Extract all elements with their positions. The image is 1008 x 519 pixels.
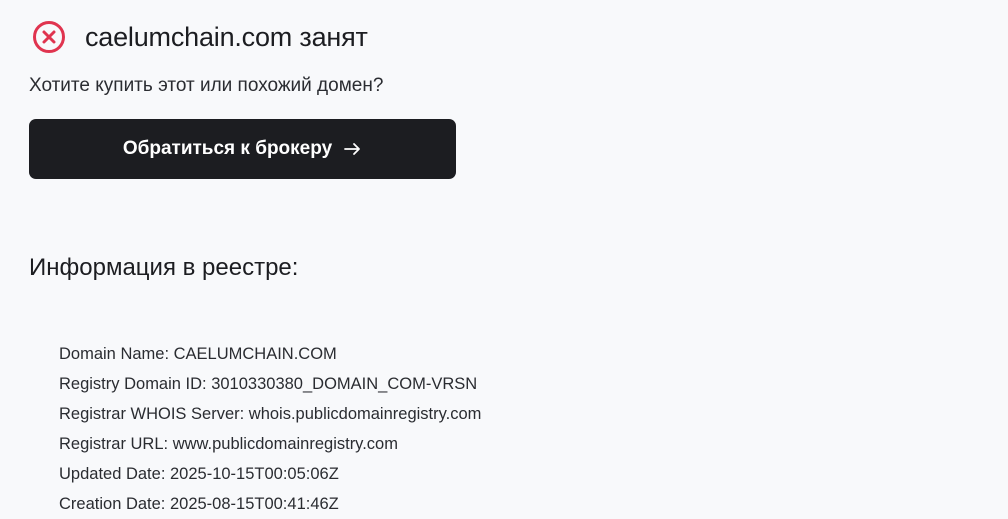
whois-line: Registry Domain ID: 3010330380_DOMAIN_CO… [59,375,478,393]
domain-state: занят [299,21,368,52]
purchase-question: Хотите купить этот или похожий домен? [29,75,384,96]
whois-line: Registrar URL: www.publicdomainregistry.… [59,435,398,453]
whois-line: Registrar WHOIS Server: whois.publicdoma… [59,405,482,423]
domain-status: caelumchain.com занят [32,18,368,56]
arrow-right-icon [344,142,362,156]
registry-heading: Информация в реестре: [29,254,299,281]
whois-line: Updated Date: 2025-10-15T00:05:06Z [59,465,339,483]
close-circle-icon [32,20,66,54]
contact-broker-button[interactable]: Обратиться к брокеру [29,119,456,179]
status-title: caelumchain.com занят [85,22,368,53]
domain-name: caelumchain.com [85,21,293,52]
whois-line: Domain Name: CAELUMCHAIN.COM [59,345,337,363]
whois-list: Domain Name: CAELUMCHAIN.COM Registry Do… [59,339,481,519]
contact-broker-label: Обратиться к брокеру [122,138,333,159]
whois-line: Creation Date: 2025-08-15T00:41:46Z [59,495,339,513]
